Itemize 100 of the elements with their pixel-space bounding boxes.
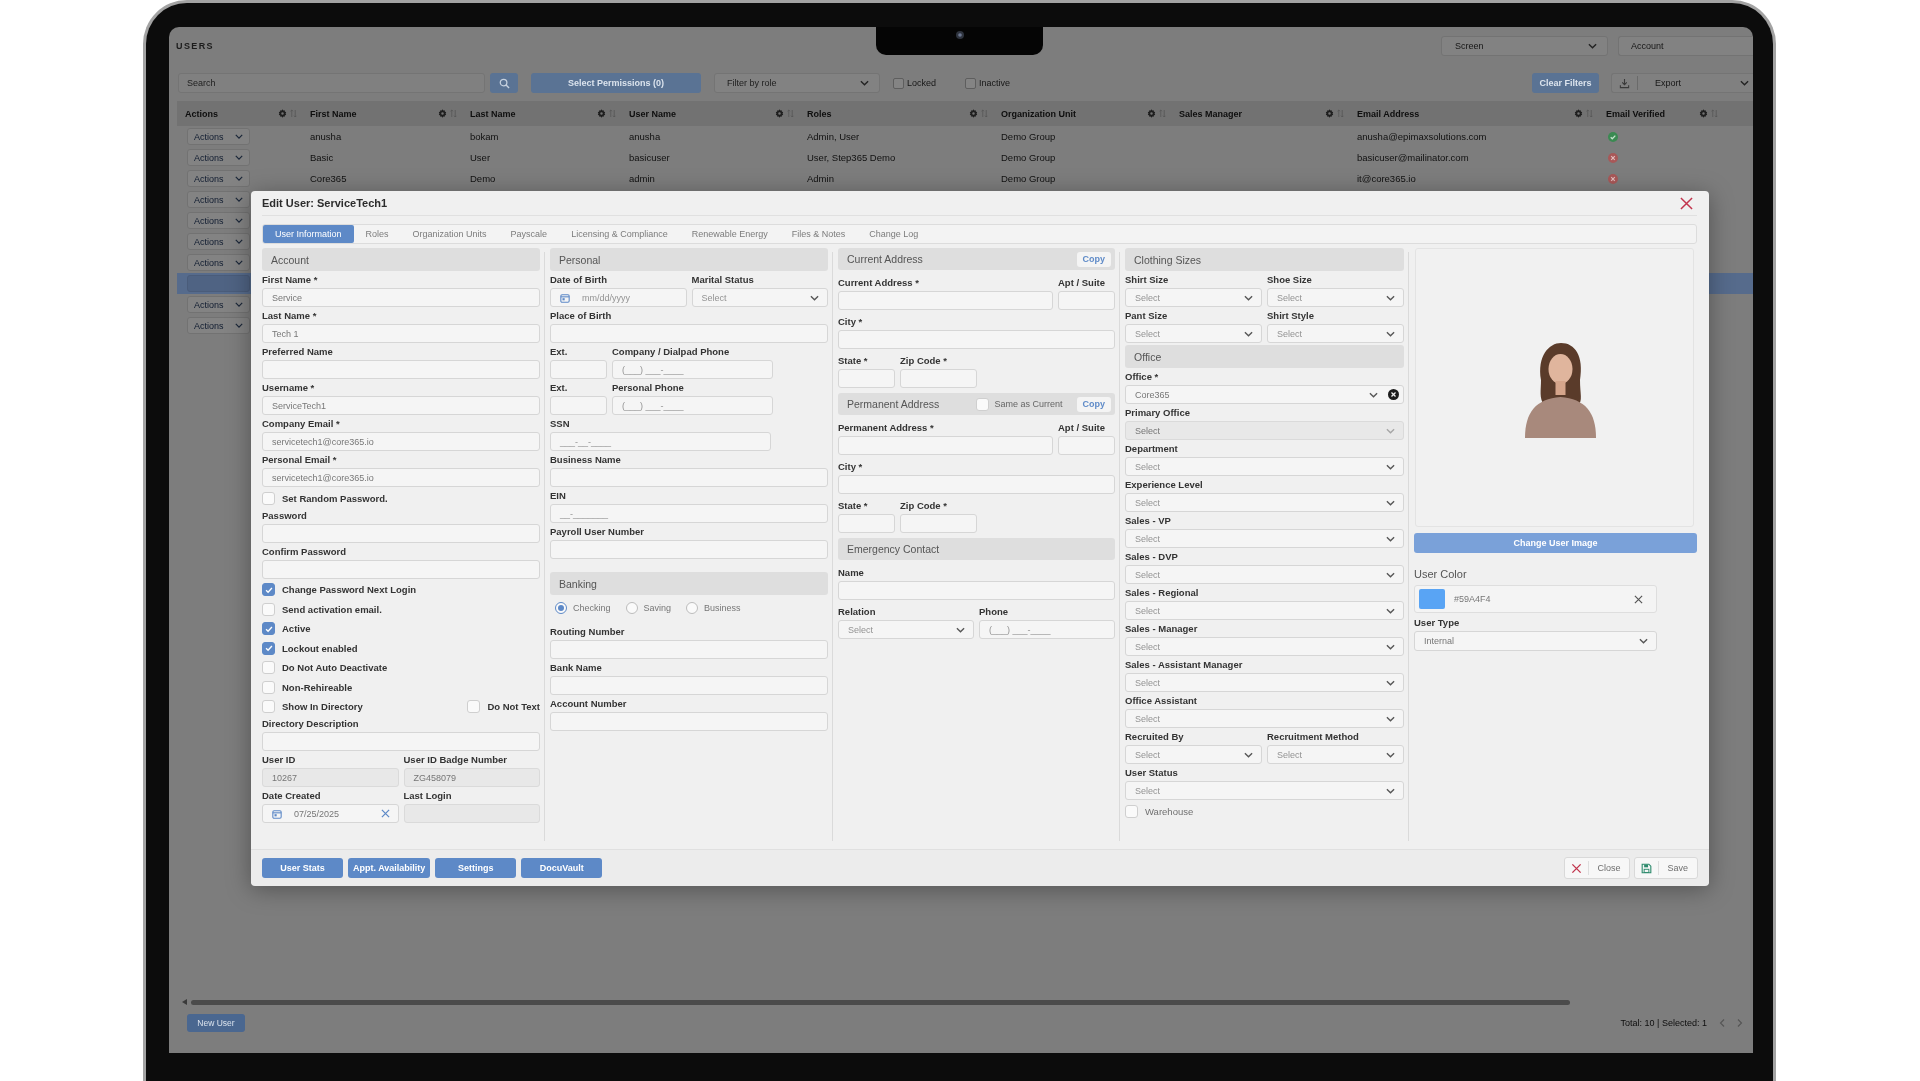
search-button[interactable] xyxy=(490,73,518,93)
radio-button[interactable] xyxy=(625,602,638,614)
dropdown-field[interactable]: Select xyxy=(1125,709,1404,728)
tab[interactable]: Files & Notes xyxy=(779,225,858,243)
row-actions-button[interactable]: Actions xyxy=(187,191,250,208)
save-button[interactable]: Save xyxy=(1634,857,1698,879)
text-field[interactable]: ServiceTech1 xyxy=(262,396,540,415)
text-field[interactable] xyxy=(838,369,895,388)
text-field[interactable] xyxy=(550,640,828,659)
row-actions-button[interactable] xyxy=(187,275,250,292)
dropdown-field[interactable]: Select xyxy=(691,288,828,307)
tab[interactable]: User Information xyxy=(263,225,354,243)
row-actions-button[interactable]: Actions xyxy=(187,254,250,271)
radio-button[interactable] xyxy=(555,602,567,614)
text-field[interactable]: servicetech1@core365.io xyxy=(262,432,540,451)
copy-button[interactable]: Copy xyxy=(1076,251,1111,267)
tab[interactable]: Licensing & Compliance xyxy=(559,225,680,243)
color-field[interactable]: #59A4F4 xyxy=(1414,585,1657,613)
text-field[interactable]: Tech 1 xyxy=(262,324,540,343)
action-button[interactable]: User Stats xyxy=(262,858,343,878)
dropdown-field[interactable]: Select xyxy=(1267,745,1404,764)
dropdown-field[interactable]: Select xyxy=(1125,493,1404,512)
horizontal-scrollbar[interactable] xyxy=(191,999,1570,1005)
dropdown-field[interactable]: Core365 xyxy=(1125,385,1404,404)
clear-icon[interactable] xyxy=(1634,594,1643,604)
close-icon[interactable] xyxy=(1680,196,1693,210)
column-header[interactable]: Email Verified xyxy=(1606,108,1666,119)
settings-icon[interactable] xyxy=(597,109,606,118)
scroll-left-icon[interactable] xyxy=(182,999,187,1005)
text-field[interactable] xyxy=(838,514,895,533)
column-header[interactable]: Organization Unit xyxy=(1001,108,1076,119)
tab[interactable]: Payscale xyxy=(498,225,560,243)
sort-icon[interactable] xyxy=(1586,109,1593,118)
row-actions-button[interactable]: Actions xyxy=(187,296,250,313)
masked-field[interactable]: ___-__-____ xyxy=(550,432,771,451)
date-field[interactable]: mm/dd/yyyy xyxy=(550,288,687,307)
dropdown-field[interactable]: Select xyxy=(1125,565,1404,584)
sort-icon[interactable] xyxy=(981,109,988,118)
dropdown-field[interactable]: Select xyxy=(1125,637,1404,656)
new-user-button[interactable]: New User xyxy=(187,1014,245,1032)
dropdown-field[interactable]: Select xyxy=(1125,529,1404,548)
settings-icon[interactable] xyxy=(1699,109,1708,118)
next-page-icon[interactable] xyxy=(1737,1019,1743,1027)
dropdown-field[interactable]: Select xyxy=(1125,781,1404,800)
checkbox[interactable] xyxy=(893,77,904,89)
text-field[interactable] xyxy=(838,436,1053,455)
column-header[interactable]: Sales Manager xyxy=(1179,108,1243,119)
text-field[interactable]: servicetech1@core365.io xyxy=(262,468,540,487)
text-field[interactable] xyxy=(550,324,828,343)
text-field[interactable] xyxy=(262,732,540,751)
action-button[interactable]: Settings xyxy=(435,858,517,878)
account-dropdown[interactable]: Account xyxy=(1618,36,1753,56)
text-field[interactable] xyxy=(262,559,540,579)
column-header[interactable]: Last Name xyxy=(470,108,516,119)
sort-icon[interactable] xyxy=(450,109,457,118)
text-field[interactable] xyxy=(838,330,1115,349)
settings-icon[interactable] xyxy=(1147,109,1156,118)
phone-field[interactable]: (___) ___-____ xyxy=(979,620,1115,639)
checkbox[interactable] xyxy=(262,583,275,596)
tab[interactable]: Organization Units xyxy=(400,225,499,243)
text-field[interactable] xyxy=(550,540,828,559)
permissions-button[interactable]: Select Permissions (0) xyxy=(531,73,701,93)
tab[interactable]: Change Log xyxy=(857,225,931,243)
previous-page-icon[interactable] xyxy=(1719,1019,1725,1027)
date-field[interactable]: 07/25/2025 xyxy=(262,804,399,823)
column-header[interactable]: First Name xyxy=(310,108,357,119)
row-actions-button[interactable]: Actions xyxy=(187,212,250,229)
settings-icon[interactable] xyxy=(1325,109,1334,118)
sort-icon[interactable] xyxy=(787,109,794,118)
text-field[interactable] xyxy=(838,291,1053,310)
text-field[interactable]: Service xyxy=(262,288,540,307)
text-field[interactable] xyxy=(838,475,1115,494)
column-header[interactable]: User Name xyxy=(629,108,677,119)
text-field[interactable] xyxy=(262,523,540,543)
action-button[interactable]: DocuVault xyxy=(521,858,603,878)
text-field[interactable] xyxy=(838,581,1115,600)
sort-icon[interactable] xyxy=(290,109,297,118)
screen-dropdown[interactable]: Screen xyxy=(1441,36,1608,56)
row-actions-button[interactable]: Actions xyxy=(187,170,250,187)
checkbox[interactable] xyxy=(262,641,275,655)
phone-field[interactable]: (___) ___-____ xyxy=(612,360,773,379)
text-field[interactable] xyxy=(262,360,540,379)
text-field[interactable] xyxy=(900,369,977,388)
radio-button[interactable] xyxy=(686,602,699,614)
sort-icon[interactable] xyxy=(1159,109,1166,118)
text-field[interactable] xyxy=(900,514,977,533)
dropdown-field[interactable]: Select xyxy=(1125,673,1404,692)
dropdown-field[interactable]: Select xyxy=(1125,601,1404,620)
tab[interactable]: Renewable Energy xyxy=(679,225,780,243)
dropdown-field[interactable]: Select xyxy=(1125,324,1262,343)
settings-icon[interactable] xyxy=(969,109,978,118)
sort-icon[interactable] xyxy=(609,109,616,118)
action-button[interactable]: Appt. Availability xyxy=(348,858,431,878)
settings-icon[interactable] xyxy=(278,109,287,118)
column-header[interactable]: Email Address xyxy=(1357,108,1420,119)
row-actions-button[interactable]: Actions xyxy=(187,233,250,250)
dropdown-field[interactable]: Select xyxy=(1125,745,1262,764)
dropdown-field[interactable]: Select xyxy=(1267,324,1404,343)
sort-icon[interactable] xyxy=(1711,109,1718,118)
text-field[interactable] xyxy=(550,360,607,379)
